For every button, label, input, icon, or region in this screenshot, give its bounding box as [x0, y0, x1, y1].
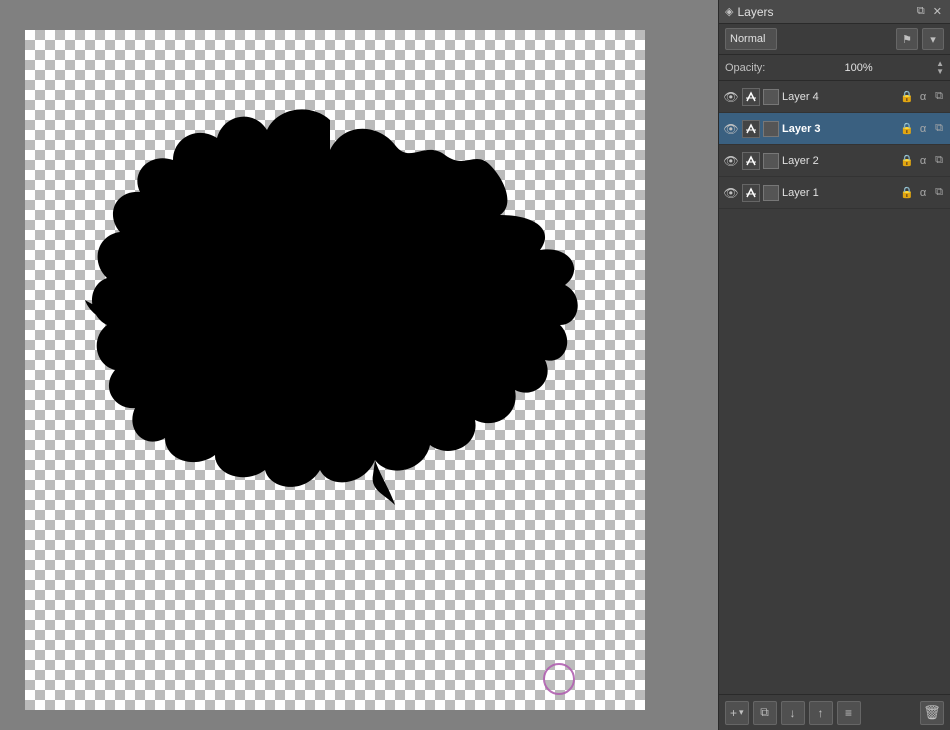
blend-mode-wrapper: Normal Dissolve Multiply Screen Overlay [725, 28, 892, 50]
layer-2-actions: 🔒 α ⧉ [900, 154, 946, 167]
new-layer-dropdown[interactable]: ▾ [739, 707, 744, 718]
layer-1-type-icon [742, 184, 760, 202]
layer-3-type-icon [742, 120, 760, 138]
opacity-row: Opacity: 100% ▲ ▼ [719, 55, 950, 81]
layers-list: 👁 Layer 4 🔒 α ⧉ 👁 [719, 81, 950, 694]
layer-3-visibility[interactable]: 👁 [723, 121, 739, 137]
filter-button[interactable]: ⚑ [896, 28, 918, 50]
properties-icon: ≡ [845, 706, 852, 720]
layers-panel: ◈ Layers ⧉ ✕ Normal Dissolve Multiply Sc… [718, 0, 950, 730]
layer-3-actions: 🔒 α ⧉ [900, 122, 946, 135]
panel-close-button[interactable]: ✕ [931, 5, 944, 18]
layer-1-alpha-lock[interactable] [763, 185, 779, 201]
duplicate-layer-button[interactable]: ⧉ [753, 701, 777, 725]
opacity-value[interactable]: 100% [781, 62, 936, 74]
layer-3-alpha-lock[interactable] [763, 121, 779, 137]
opacity-down-arrow[interactable]: ▼ [936, 68, 944, 76]
canvas-drawing[interactable] [25, 30, 645, 710]
delete-layer-button[interactable]: 🗑 [920, 701, 944, 725]
layer-4-actions: 🔒 α ⧉ [900, 90, 946, 103]
layer-2-alpha-icon[interactable]: α [916, 155, 930, 167]
layer-1-alpha-icon[interactable]: α [916, 187, 930, 199]
layer-1-name: Layer 1 [782, 187, 897, 199]
canvas-wrapper [25, 30, 645, 710]
layer-item-3[interactable]: 👁 Layer 3 🔒 α ⧉ [719, 113, 950, 145]
layer-3-alpha-icon[interactable]: α [916, 123, 930, 135]
layer-properties-button[interactable]: ≡ [837, 701, 861, 725]
layer-1-actions: 🔒 α ⧉ [900, 186, 946, 199]
blend-mode-row: Normal Dissolve Multiply Screen Overlay … [719, 24, 950, 55]
layer-4-name: Layer 4 [782, 91, 897, 103]
layer-1-inherit-icon[interactable]: ⧉ [932, 186, 946, 199]
move-down-icon: ↓ [790, 706, 796, 720]
move-layer-up-button[interactable]: ↑ [809, 701, 833, 725]
opacity-stepper[interactable]: ▲ ▼ [936, 60, 944, 76]
duplicate-icon: ⧉ [760, 705, 769, 720]
move-up-icon: ↑ [818, 706, 824, 720]
layer-4-alpha-icon[interactable]: α [916, 91, 930, 103]
layer-2-lock-icon[interactable]: 🔒 [900, 154, 914, 167]
layer-2-inherit-icon[interactable]: ⧉ [932, 154, 946, 167]
titlebar-left: ◈ Layers [725, 5, 911, 19]
layer-2-type-icon [742, 152, 760, 170]
layer-item-4[interactable]: 👁 Layer 4 🔒 α ⧉ [719, 81, 950, 113]
layer-4-lock-icon[interactable]: 🔒 [900, 90, 914, 103]
filter-icon: ⚑ [902, 33, 912, 46]
move-layer-down-button[interactable]: ↓ [781, 701, 805, 725]
new-layer-icon: + [730, 706, 737, 720]
new-layer-button[interactable]: + ▾ [725, 701, 749, 725]
layers-icon: ◈ [725, 5, 733, 18]
delete-icon: 🗑 [923, 704, 941, 721]
layer-1-lock-icon[interactable]: 🔒 [900, 186, 914, 199]
canvas-area [0, 0, 718, 730]
layer-2-visibility[interactable]: 👁 [723, 153, 739, 169]
layer-4-type-icon [742, 88, 760, 106]
brush-cursor [543, 663, 575, 695]
layer-4-inherit-icon[interactable]: ⧉ [932, 90, 946, 103]
blend-mode-select[interactable]: Normal Dissolve Multiply Screen Overlay [725, 28, 777, 50]
panel-toolbar: + ▾ ⧉ ↓ ↑ ≡ 🗑 [719, 694, 950, 730]
layer-2-alpha-lock[interactable] [763, 153, 779, 169]
layer-3-inherit-icon[interactable]: ⧉ [932, 122, 946, 135]
layer-4-visibility[interactable]: 👁 [723, 89, 739, 105]
layer-item-1[interactable]: 👁 Layer 1 🔒 α ⧉ [719, 177, 950, 209]
panel-titlebar: ◈ Layers ⧉ ✕ [719, 0, 950, 24]
opacity-label: Opacity: [725, 62, 775, 74]
layer-item-2[interactable]: 👁 Layer 2 🔒 α ⧉ [719, 145, 950, 177]
panel-title: Layers [737, 5, 773, 19]
menu-button[interactable]: ▾ [922, 28, 944, 50]
layer-3-name: Layer 3 [782, 123, 897, 135]
layer-4-alpha-lock[interactable] [763, 89, 779, 105]
layer-1-visibility[interactable]: 👁 [723, 185, 739, 201]
panel-float-button[interactable]: ⧉ [915, 5, 927, 18]
menu-icon: ▾ [930, 33, 936, 46]
titlebar-controls: ⧉ ✕ [915, 5, 944, 18]
layer-2-name: Layer 2 [782, 155, 897, 167]
layer-3-lock-icon[interactable]: 🔒 [900, 122, 914, 135]
